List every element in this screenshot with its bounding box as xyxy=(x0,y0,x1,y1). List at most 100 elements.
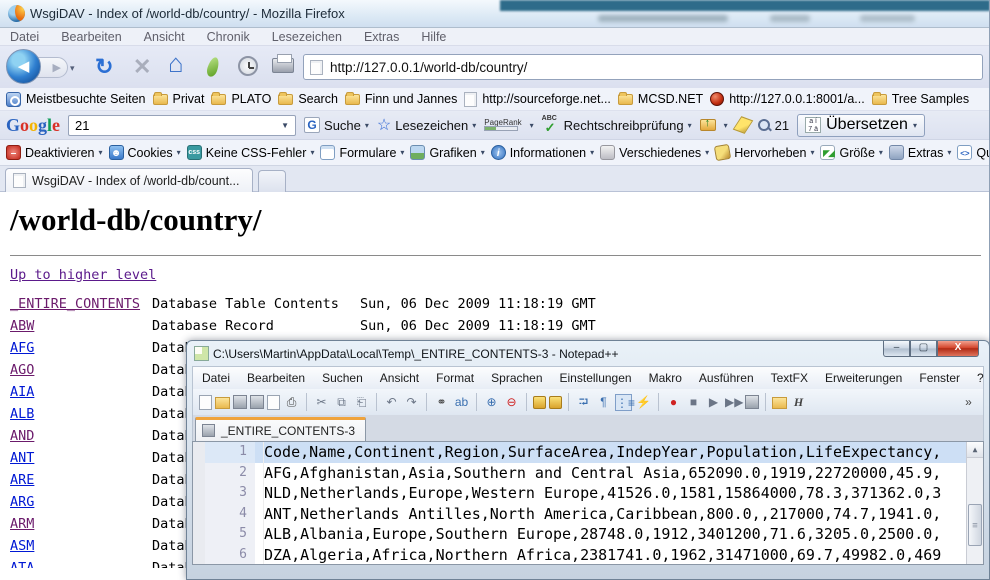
translate-button[interactable]: a í7 ä Übersetzen▾ xyxy=(797,114,925,137)
url-bar[interactable]: http://127.0.0.1/world-db/country/ xyxy=(303,54,983,80)
up-to-higher-level-link[interactable]: Up to higher level xyxy=(10,267,156,283)
bookmark-folder-mcsd[interactable]: MCSD.NET xyxy=(618,92,703,106)
disable-menu[interactable]: –Deaktivieren▾ xyxy=(6,145,103,160)
tools-menu[interactable]: Extras▾ xyxy=(889,145,951,160)
new-file-icon[interactable] xyxy=(199,395,212,410)
bookmark-margin[interactable] xyxy=(193,483,205,504)
bookmark-most-visited[interactable]: Meistbesuchte Seiten xyxy=(6,92,146,107)
history-dropdown-icon[interactable]: ▾ xyxy=(70,63,75,74)
stop-button[interactable]: ✕ xyxy=(133,54,151,80)
bookmark-margin[interactable] xyxy=(193,442,205,463)
editor-line[interactable]: 3 NLD,Netherlands,Europe,Western Europe,… xyxy=(193,483,983,504)
npp-menu-format[interactable]: Format xyxy=(436,371,474,385)
menu-datei[interactable]: Datei xyxy=(10,30,39,44)
npp-menu-fenster[interactable]: Fenster xyxy=(919,371,960,385)
editor-area[interactable]: 1 Code,Name,Continent,Region,SurfaceArea… xyxy=(192,441,984,565)
bookmark-folder-search[interactable]: Search xyxy=(278,92,338,106)
bookmark-margin[interactable] xyxy=(193,545,205,565)
editor-line[interactable]: 1 Code,Name,Continent,Region,SurfaceArea… xyxy=(193,442,983,463)
bookmark-localhost[interactable]: http://127.0.0.1:8001/a... xyxy=(710,92,865,106)
information-menu[interactable]: iInformationen▾ xyxy=(491,145,594,160)
menu-hilfe[interactable]: Hilfe xyxy=(421,30,446,44)
maximize-button[interactable]: ▢ xyxy=(910,341,937,357)
editor-line[interactable]: 2 AFG,Afghanistan,Asia,Southern and Cent… xyxy=(193,463,983,484)
word-find-button[interactable]: 21 xyxy=(758,118,789,133)
miscellaneous-menu[interactable]: Verschiedenes▾ xyxy=(600,145,709,160)
menu-extras[interactable]: Extras xyxy=(364,30,399,44)
bookmark-folder-plato[interactable]: PLATO xyxy=(211,92,271,106)
playback-icon[interactable]: ▶ xyxy=(705,394,722,411)
npp-menu-datei[interactable]: Datei xyxy=(202,371,230,385)
pagerank-indicator[interactable]: PageRank xyxy=(484,119,521,131)
document-tab[interactable]: _ENTIRE_CONTENTS-3 xyxy=(195,417,366,441)
feed-reader-icon[interactable] xyxy=(205,56,221,78)
back-button[interactable]: ◀ xyxy=(6,49,41,84)
stop-recording-icon[interactable]: ■ xyxy=(685,394,702,411)
redo-icon[interactable]: ↷ xyxy=(403,394,420,411)
npp-menu-help[interactable]: ? xyxy=(977,371,984,385)
bookmark-margin[interactable] xyxy=(193,463,205,484)
menu-ansicht[interactable]: Ansicht xyxy=(144,30,185,44)
entry-link[interactable]: ARE xyxy=(10,472,34,488)
npp-menu-ausfuehren[interactable]: Ausführen xyxy=(699,371,754,385)
zoom-out-icon[interactable]: ⊖ xyxy=(503,394,520,411)
print-icon[interactable]: ⎙ xyxy=(283,394,300,411)
npp-menu-sprachen[interactable]: Sprachen xyxy=(491,371,542,385)
run-macro-multiple-icon[interactable]: ▶▶ xyxy=(725,394,742,411)
scrollbar-thumb[interactable]: ≡ xyxy=(968,504,982,546)
paste-icon[interactable]: ⎗ xyxy=(353,394,370,411)
menu-lesezeichen[interactable]: Lesezeichen xyxy=(272,30,342,44)
entry-link[interactable]: AFG xyxy=(10,340,34,356)
pagerank-dropdown-icon[interactable]: ▾ xyxy=(530,121,534,130)
bookmark-folder-privat[interactable]: Privat xyxy=(153,92,205,106)
google-search-input[interactable]: 21 ▼ xyxy=(68,115,296,136)
open-file-icon[interactable] xyxy=(215,397,230,409)
entry-link[interactable]: AND xyxy=(10,428,34,444)
function-completion-icon[interactable]: ⚡ xyxy=(635,394,652,411)
start-recording-icon[interactable]: ● xyxy=(665,394,682,411)
send-to-dropdown-icon[interactable]: ▾ xyxy=(724,121,728,130)
minimize-button[interactable]: – xyxy=(883,341,910,357)
save-all-icon[interactable] xyxy=(250,395,264,409)
history-clock-icon[interactable] xyxy=(238,56,258,76)
images-menu[interactable]: Grafiken▾ xyxy=(410,145,484,160)
entry-link[interactable]: ANT xyxy=(10,450,34,466)
entry-link[interactable]: ASM xyxy=(10,538,34,554)
entry-link[interactable]: ARG xyxy=(10,494,34,510)
send-to-icon[interactable] xyxy=(700,119,716,131)
forms-menu[interactable]: Formulare▾ xyxy=(320,145,404,160)
cut-icon[interactable]: ✂ xyxy=(313,394,330,411)
html-preview-icon[interactable]: H xyxy=(790,394,807,411)
entry-link[interactable]: AGO xyxy=(10,362,34,378)
npp-menu-suchen[interactable]: Suchen xyxy=(322,371,363,385)
bookmark-folder-finn[interactable]: Finn und Jannes xyxy=(345,92,457,106)
npp-menu-textfx[interactable]: TextFX xyxy=(771,371,808,385)
view-source-menu[interactable]: <>Quelltext xyxy=(957,145,989,160)
save-copy-icon[interactable] xyxy=(267,395,280,410)
explorer-icon[interactable] xyxy=(772,397,787,409)
find-icon[interactable]: ⚭ xyxy=(433,394,450,411)
npp-menu-erweiterungen[interactable]: Erweiterungen xyxy=(825,371,902,385)
npp-menu-einstellungen[interactable]: Einstellungen xyxy=(560,371,632,385)
entry-link[interactable]: AIA xyxy=(10,384,34,400)
entry-link[interactable]: ABW xyxy=(10,318,34,334)
search-history-dropdown-icon[interactable]: ▼ xyxy=(281,121,289,130)
zoom-in-icon[interactable]: ⊕ xyxy=(483,394,500,411)
npp-menu-bearbeiten[interactable]: Bearbeiten xyxy=(247,371,305,385)
copy-icon[interactable]: ⧉ xyxy=(333,394,350,411)
entry-link[interactable]: ATA xyxy=(10,560,34,568)
word-wrap-icon[interactable]: ⮒ xyxy=(575,394,592,411)
menu-chronik[interactable]: Chronik xyxy=(207,30,250,44)
css-menu[interactable]: cssKeine CSS-Fehler▾ xyxy=(187,145,315,160)
reload-button[interactable]: ↻ xyxy=(95,54,113,80)
google-search-button[interactable]: G Suche▾ xyxy=(304,117,369,133)
save-icon[interactable] xyxy=(233,395,247,409)
bookmark-margin[interactable] xyxy=(193,524,205,545)
cookies-menu[interactable]: ☻Cookies▾ xyxy=(109,145,181,160)
entry-link[interactable]: ARM xyxy=(10,516,34,532)
npp-menu-ansicht[interactable]: Ansicht xyxy=(380,371,419,385)
sync-horizontal-scroll-icon[interactable] xyxy=(549,396,562,409)
npp-menu-makro[interactable]: Makro xyxy=(649,371,682,385)
print-icon[interactable] xyxy=(272,58,294,73)
editor-line[interactable]: 4 ANT,Netherlands Antilles,North America… xyxy=(193,504,983,525)
